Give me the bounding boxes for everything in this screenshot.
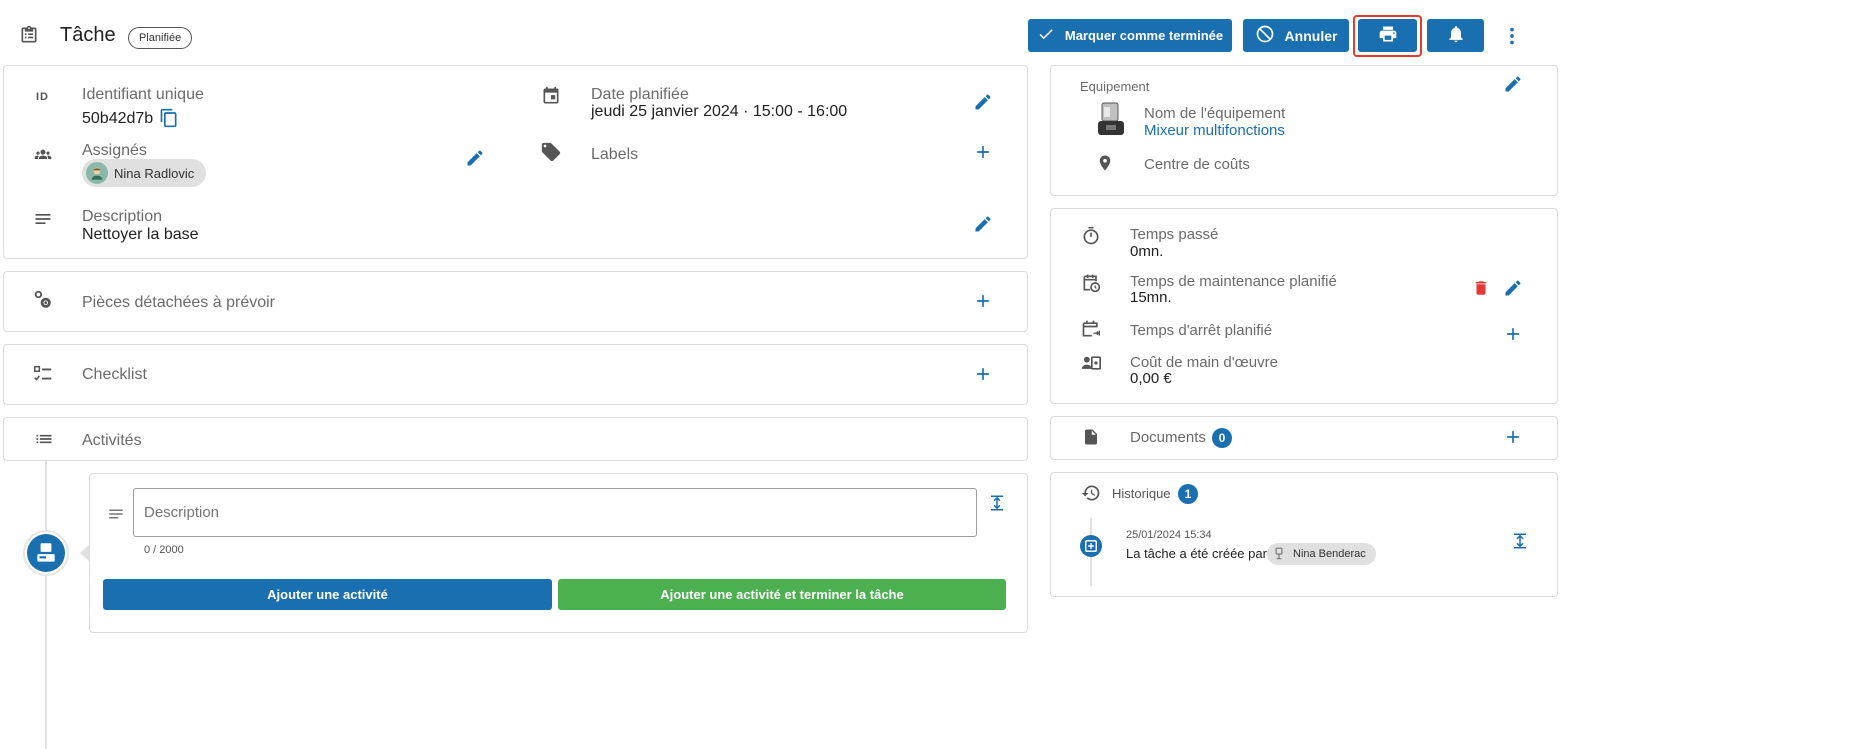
- id-icon: ID: [36, 91, 49, 103]
- history-label: Historique: [1112, 486, 1171, 501]
- history-entry-icon: [1080, 535, 1102, 557]
- avatar: [86, 162, 108, 184]
- people-icon: [31, 143, 55, 165]
- cancel-button[interactable]: Annuler: [1243, 19, 1349, 52]
- documents-count-badge: 0: [1212, 428, 1232, 448]
- history-entry-time: 25/01/2024 15:34: [1126, 529, 1212, 541]
- gears-icon: [31, 289, 55, 311]
- activities-header: [3, 417, 1028, 461]
- more-vert-icon[interactable]: [1500, 24, 1524, 48]
- activities-label: Activités: [82, 432, 142, 449]
- delete-icon[interactable]: [1471, 277, 1491, 299]
- description-label: Description: [82, 208, 163, 225]
- cancel-label: Annuler: [1284, 27, 1338, 44]
- labor-cost-icon: [1078, 352, 1104, 374]
- user-avatar: [23, 530, 69, 576]
- downtime-label: Temps d'arrêt planifié: [1130, 322, 1273, 339]
- activity-pointer: [80, 545, 89, 561]
- checklist-label: Checklist: [82, 366, 147, 383]
- equipment-section-label: Equipement: [1080, 79, 1150, 94]
- user-icon: [1271, 546, 1287, 562]
- print-icon: [1378, 24, 1398, 48]
- edit-equipment-icon[interactable]: [1502, 73, 1524, 95]
- add-activity-label: Ajouter une activité: [267, 587, 388, 602]
- timeline-line: [45, 461, 47, 749]
- add-document-icon[interactable]: [1502, 426, 1524, 448]
- times-card: [1050, 208, 1558, 404]
- add-label-icon[interactable]: [972, 141, 994, 163]
- char-count: 0 / 2000: [144, 544, 184, 556]
- time-spent-label: Temps passé: [1130, 226, 1219, 243]
- edit-assignees-icon[interactable]: [464, 147, 486, 169]
- planned-time-label: Temps de maintenance planifié: [1130, 273, 1337, 290]
- labor-cost-value: 0,00 €: [1130, 370, 1172, 387]
- edit-date-icon[interactable]: [972, 91, 994, 113]
- equipment-name-label: Nom de l'équipement: [1144, 105, 1286, 122]
- mark-done-button[interactable]: Marquer comme terminée: [1028, 19, 1232, 52]
- equipment-name-link[interactable]: Mixeur multifonctions: [1144, 122, 1285, 139]
- edit-planned-time-icon[interactable]: [1502, 277, 1524, 299]
- history-expand-icon[interactable]: [1509, 530, 1531, 552]
- history-icon: [1080, 483, 1102, 503]
- edit-description-icon[interactable]: [972, 213, 994, 235]
- page-title: Tâche: [60, 24, 116, 46]
- copy-icon[interactable]: [158, 107, 180, 129]
- stopwatch-icon: [1080, 225, 1102, 247]
- history-user-chip[interactable]: Nina Benderac: [1267, 543, 1376, 565]
- add-activity-button[interactable]: Ajouter une activité: [103, 579, 552, 610]
- equipment-image: [1094, 101, 1128, 139]
- history-count-badge: 1: [1178, 484, 1198, 504]
- history-user-name: Nina Benderac: [1293, 548, 1366, 560]
- add-downtime-icon[interactable]: [1502, 323, 1524, 345]
- add-parts-icon[interactable]: [972, 290, 994, 312]
- calendar-icon: [540, 85, 562, 107]
- document-icon: [1081, 426, 1101, 448]
- add-activity-finish-label: Ajouter une activité et terminer la tâch…: [660, 587, 904, 602]
- assignee-name: Nina Radlovic: [114, 165, 195, 181]
- block-icon: [1255, 24, 1275, 47]
- add-activity-finish-button[interactable]: Ajouter une activité et terminer la tâch…: [558, 579, 1006, 610]
- status-badge: Planifiée: [128, 27, 193, 49]
- tag-icon: [540, 141, 562, 163]
- documents-card[interactable]: [1050, 416, 1558, 460]
- documents-label: Documents: [1130, 429, 1206, 446]
- time-spent-value: 0mn.: [1130, 243, 1164, 260]
- check-icon: [1037, 25, 1055, 46]
- date-value: jeudi 25 janvier 2024 · 15:00 - 16:00: [591, 103, 848, 120]
- mark-done-label: Marquer comme terminée: [1064, 28, 1224, 43]
- calendar-arrow-icon: [1080, 318, 1102, 340]
- planned-time-value: 15mn.: [1130, 289, 1172, 306]
- cost-center-label: Centre de coûts: [1144, 156, 1250, 173]
- notes-icon: [31, 208, 55, 230]
- date-label: Date planifiée: [591, 86, 689, 103]
- notification-button[interactable]: [1427, 19, 1484, 52]
- bell-icon: [1446, 24, 1466, 48]
- calendar-clock-icon: [1080, 272, 1102, 294]
- id-label: Identifiant unique: [82, 86, 204, 103]
- add-checklist-icon[interactable]: [972, 363, 994, 385]
- description-lines-icon: [105, 504, 127, 524]
- labels-label: Labels: [591, 146, 639, 163]
- labor-cost-label: Coût de main d'œuvre: [1130, 354, 1278, 371]
- list-icon: [33, 428, 55, 450]
- print-button[interactable]: [1358, 19, 1417, 52]
- description-value: Nettoyer la base: [82, 226, 199, 243]
- clipboard-icon: [18, 24, 40, 46]
- expand-icon[interactable]: [986, 492, 1008, 514]
- assignee-chip[interactable]: Nina Radlovic: [82, 159, 207, 187]
- checklist-card[interactable]: [3, 344, 1028, 405]
- id-value: 50b42d7b: [82, 110, 154, 127]
- parts-label: Pièces détachées à prévoir: [82, 294, 275, 311]
- activity-description-input[interactable]: [133, 488, 977, 537]
- location-pin-icon: [1095, 152, 1115, 174]
- assignees-label: Assignés: [82, 142, 147, 159]
- history-entry-text: La tâche a été créée par: [1126, 546, 1267, 561]
- checklist-icon: [31, 363, 55, 385]
